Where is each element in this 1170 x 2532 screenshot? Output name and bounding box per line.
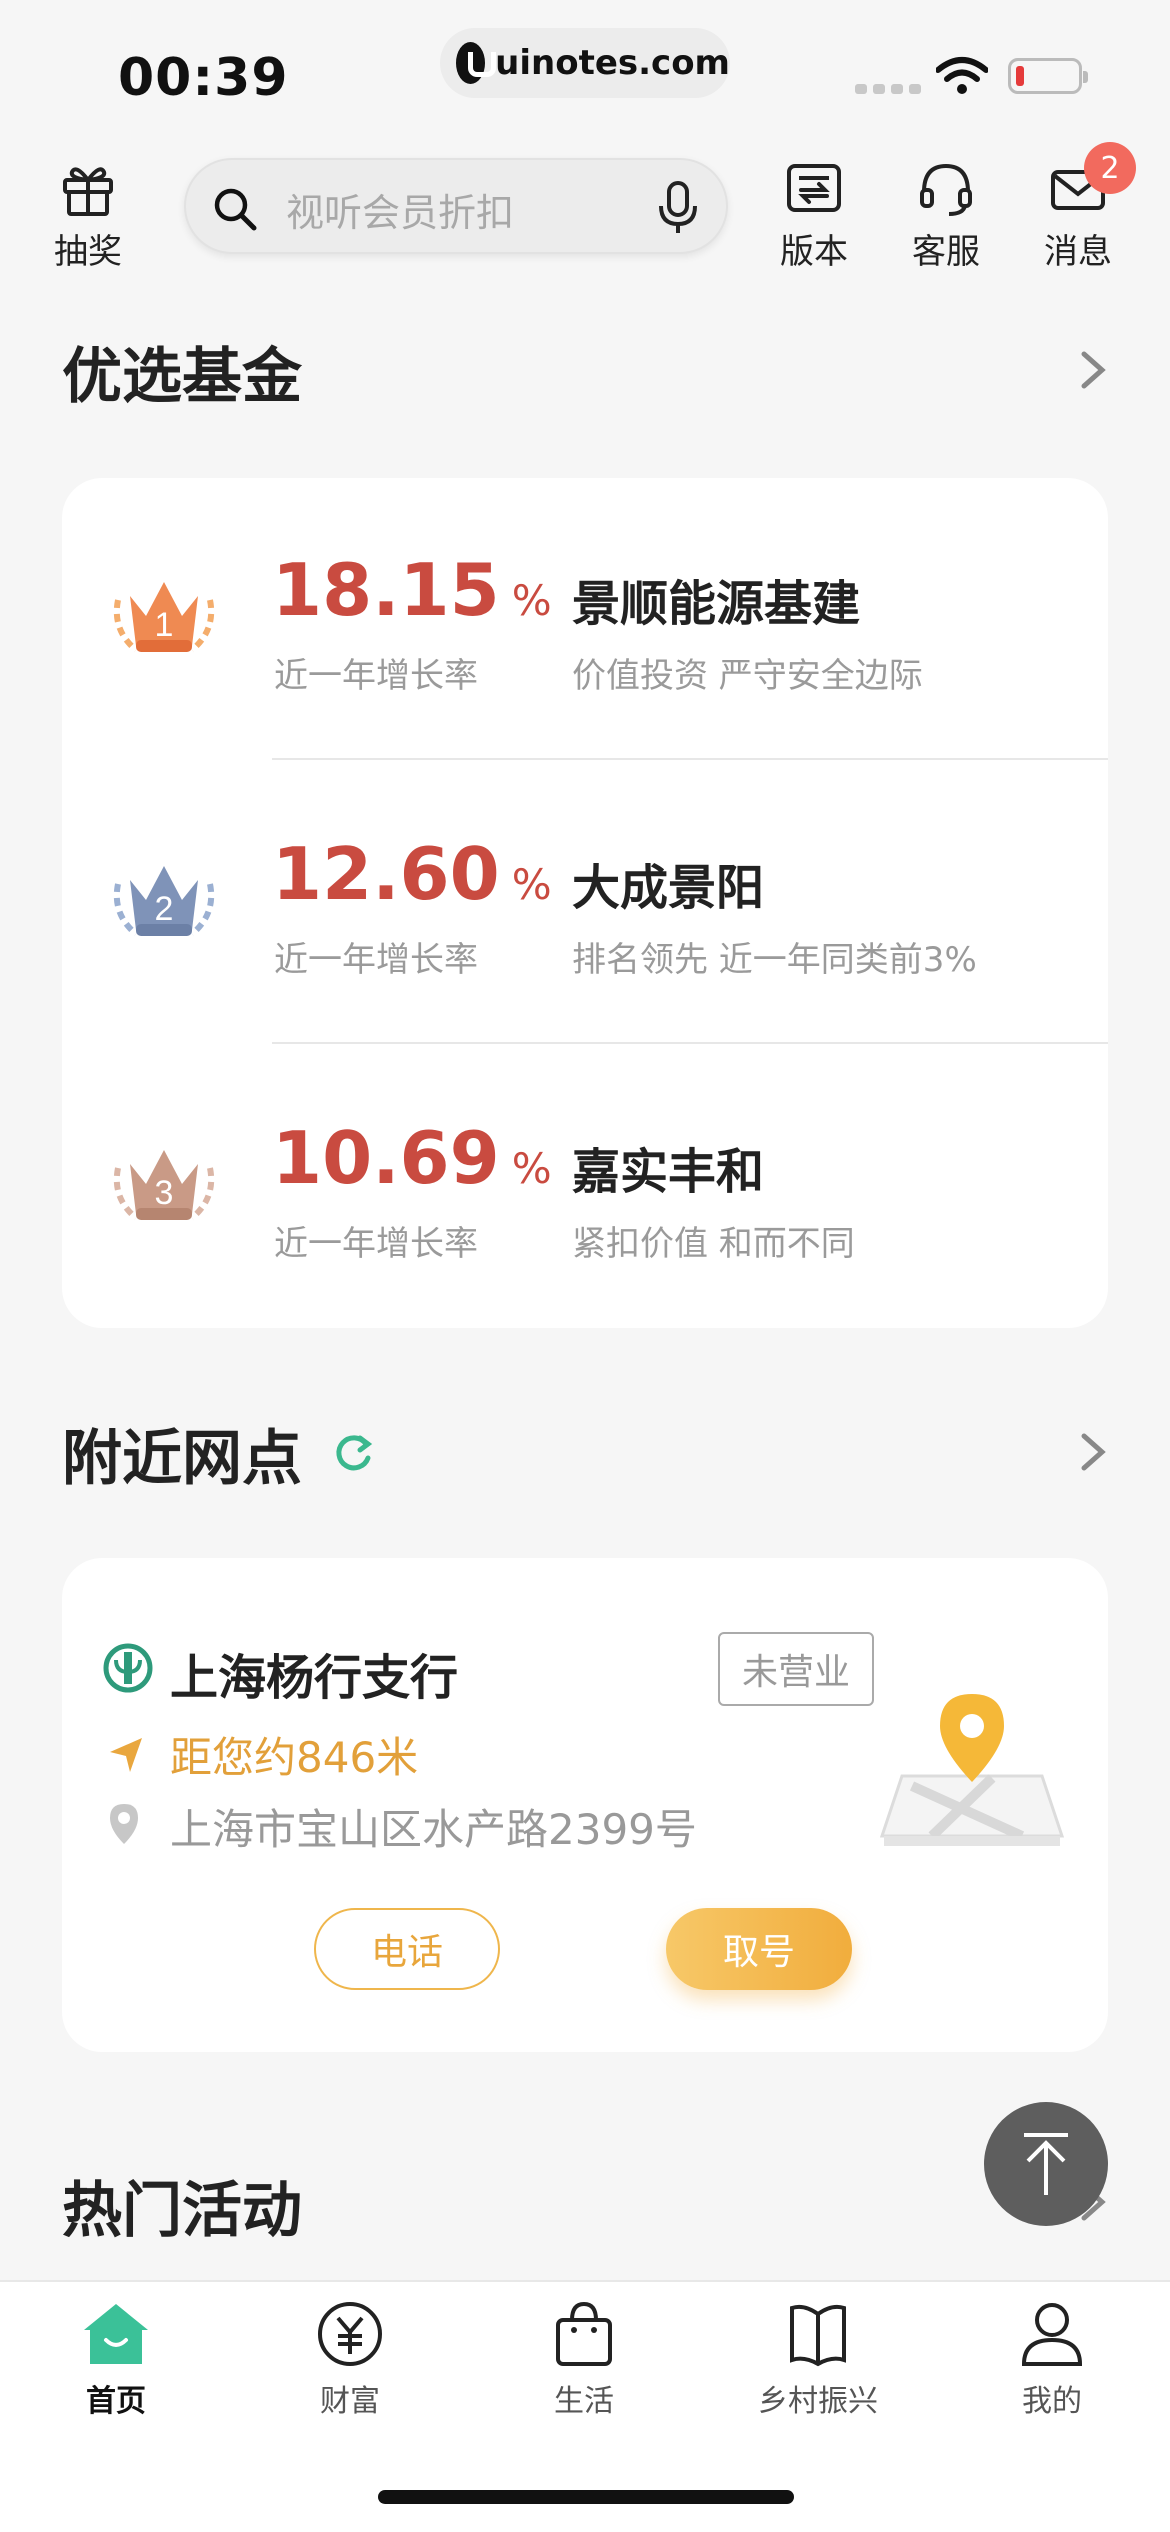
nav-label: 财富 — [320, 2384, 380, 2419]
fund-row[interactable]: 3 10.69% 近一年增长率 嘉实丰和 紧扣价值 和而不同 — [62, 1046, 1108, 1330]
nav-home[interactable]: 首页 — [16, 2300, 216, 2420]
call-button[interactable]: 电话 — [314, 1908, 500, 1990]
fund-description: 排名领先 近一年同类前3% — [572, 940, 977, 980]
fund-name: 大成景阳 — [572, 860, 765, 916]
fund-rate: 10.69% — [272, 1116, 552, 1200]
fund-rate-percent: % — [511, 860, 552, 909]
home-icon — [84, 2304, 148, 2364]
branch-address: 上海市宝山区水产路2399号 — [170, 1805, 697, 1854]
user-icon — [1021, 2303, 1083, 2366]
arrow-up-icon — [1024, 2133, 1068, 2195]
search-bar[interactable]: 视听会员折扣 — [184, 158, 728, 254]
customer-service-button[interactable]: 客服 — [912, 160, 980, 273]
location-pin-icon — [110, 1804, 138, 1844]
rank-number: 1 — [155, 606, 174, 644]
home-indicator — [378, 2490, 794, 2504]
take-number-button[interactable]: 取号 — [666, 1908, 852, 1990]
wifi-icon — [936, 57, 988, 94]
rank-3-medal-icon: 3 — [113, 1150, 215, 1221]
nav-label: 生活 — [554, 2384, 614, 2419]
service-label: 客服 — [912, 232, 980, 272]
nav-life[interactable]: 生活 — [484, 2300, 684, 2420]
url-pill: uinotes.com — [440, 28, 730, 98]
divider — [272, 1042, 1108, 1044]
status-badge: 未营业 — [718, 1632, 874, 1706]
headset-icon — [920, 163, 972, 216]
fund-row[interactable]: 2 12.60% 近一年增长率 大成景阳 排名领先 近一年同类前3% — [62, 762, 1108, 1046]
divider — [272, 758, 1108, 760]
fund-name: 景顺能源基建 — [572, 576, 861, 632]
microphone-icon[interactable] — [656, 180, 700, 236]
url-text: uinotes.com — [495, 43, 730, 83]
fund-description: 紧扣价值 和而不同 — [572, 1224, 855, 1264]
fund-rate-label: 近一年增长率 — [274, 1224, 478, 1264]
status-bar: 00:39 uinotes.com — [0, 0, 1170, 140]
fund-rate: 12.60% — [272, 832, 552, 916]
message-label: 消息 — [1044, 232, 1112, 272]
search-icon — [214, 188, 257, 231]
search-placeholder: 视听会员折扣 — [286, 191, 515, 235]
fund-rate: 18.15% — [272, 548, 552, 632]
fund-rate-label: 近一年增长率 — [274, 656, 478, 696]
branch-card[interactable]: 上海杨行支行 未营业 距您约846米 上海市宝山区水产路2399号 电话 取号 — [62, 1558, 1108, 2052]
rank-number: 3 — [155, 1174, 174, 1212]
yuan-icon — [318, 2302, 382, 2366]
fund-rate-value: 18.15 — [272, 548, 500, 632]
fund-rate-percent: % — [511, 1144, 552, 1193]
fund-rate-percent: % — [511, 576, 552, 625]
nav-wealth[interactable]: 财富 — [250, 2300, 450, 2420]
rank-number: 2 — [155, 890, 174, 928]
fund-rate-value: 10.69 — [272, 1116, 500, 1200]
nav-rural[interactable]: 乡村振兴 — [718, 2300, 918, 2420]
site-logo-icon — [456, 42, 497, 84]
fund-row[interactable]: 1 18.15% 近一年增长率 景顺能源基建 价值投资 严守安全边际 — [62, 478, 1108, 762]
nav-label: 我的 — [1022, 2384, 1082, 2419]
version-button[interactable]: 版本 — [780, 160, 848, 273]
rank-1-medal-icon: 1 — [113, 582, 215, 653]
battery-icon — [1008, 58, 1088, 94]
shopping-bag-icon — [556, 2301, 612, 2366]
nav-mine[interactable]: 我的 — [952, 2300, 1152, 2420]
lottery-label: 抽奖 — [54, 232, 122, 272]
fund-name: 嘉实丰和 — [572, 1144, 765, 1200]
funds-section-title: 优选基金 — [62, 342, 302, 412]
app-screen: 00:39 uinotes.com 抽奖 视听会员折扣 版本 客服 消息 2 优… — [0, 0, 1170, 2532]
fund-rate-label: 近一年增长率 — [274, 940, 478, 980]
bank-logo-icon — [103, 1643, 153, 1693]
status-time: 00:39 — [118, 48, 289, 108]
message-count-badge: 2 — [1084, 142, 1136, 194]
map-pin-illustration-icon[interactable] — [872, 1686, 1068, 1862]
branch-name: 上海杨行支行 — [170, 1650, 459, 1706]
version-switch-icon — [787, 164, 841, 212]
cellular-signal-icon — [855, 84, 921, 94]
book-icon — [790, 2304, 846, 2367]
branch-distance: 距您约846米 — [170, 1733, 419, 1782]
chevron-right-icon[interactable] — [1078, 1430, 1108, 1474]
chevron-right-icon[interactable] — [1078, 348, 1108, 392]
lottery-button[interactable]: 抽奖 — [54, 160, 122, 273]
scroll-to-top-button[interactable] — [984, 2102, 1108, 2226]
fund-description: 价值投资 严守安全边际 — [572, 656, 923, 696]
nav-label: 乡村振兴 — [758, 2384, 878, 2419]
nav-label: 首页 — [86, 2384, 146, 2419]
top-header: 抽奖 视听会员折扣 版本 客服 消息 — [0, 140, 1170, 290]
branch-section-title: 附近网点 — [62, 1424, 302, 1494]
fund-rate-value: 12.60 — [272, 832, 500, 916]
gift-icon — [63, 167, 113, 216]
refresh-icon[interactable] — [330, 1430, 376, 1476]
funds-card: 1 18.15% 近一年增长率 景顺能源基建 价值投资 严守安全边际 2 12.… — [62, 478, 1108, 1328]
version-label: 版本 — [780, 232, 848, 272]
rank-2-medal-icon: 2 — [113, 866, 215, 937]
navigation-arrow-icon — [110, 1738, 142, 1772]
activities-section-title: 热门活动 — [62, 2176, 302, 2246]
